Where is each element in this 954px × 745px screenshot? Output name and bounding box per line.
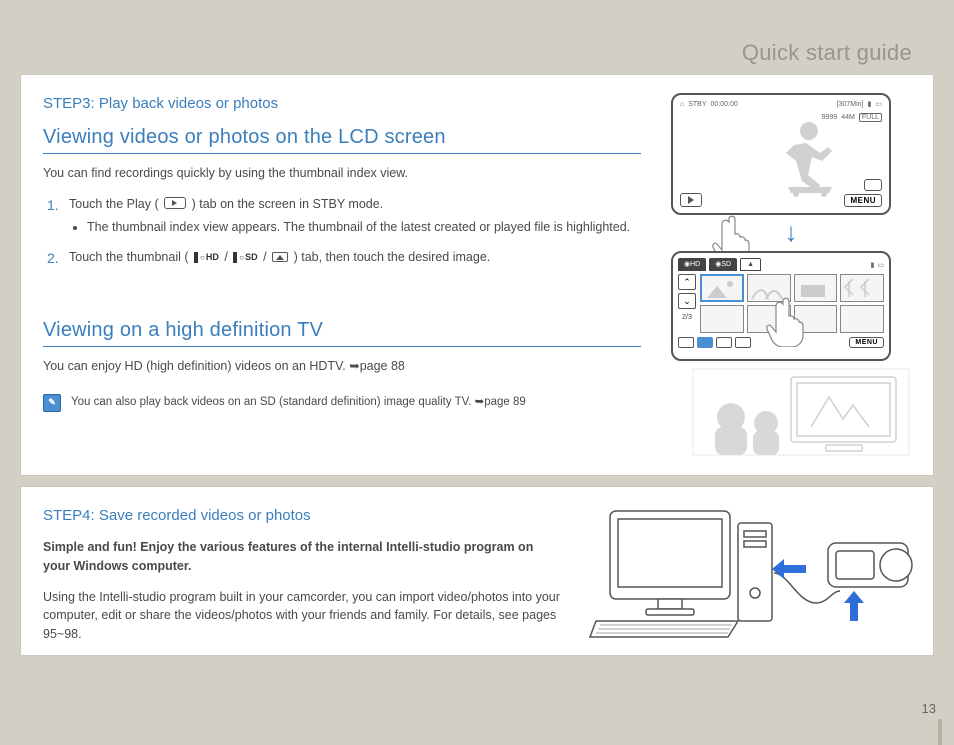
note-info-icon: ✎ [43, 394, 61, 412]
section-b-text-post: page 88 [360, 359, 405, 373]
step4-bold-text: Simple and fun! Enjoy the various featur… [43, 538, 563, 576]
note-text-post: page 89 [484, 396, 526, 408]
thumbnail-cell [794, 305, 838, 333]
photo-thumbnail-icon [272, 252, 288, 262]
sd-card-icon: ▮ [871, 261, 875, 269]
thumb-next-button-icon: ⌄ [678, 293, 696, 309]
thumbnail-index-illustration: ◉HD ◉SD ▲ ▮▭ ⌃ ⌄ 2/3 [671, 251, 891, 361]
note-text-pre: You can also play back videos on an SD (… [71, 396, 475, 408]
note-row: ✎ You can also play back videos on an SD… [43, 394, 641, 412]
tv-viewing-illustration [691, 367, 911, 457]
thumb-prev-button-icon: ⌃ [678, 274, 696, 290]
home-icon: ⌂ [680, 101, 684, 108]
thumb-tab-sd: ◉SD [709, 258, 737, 271]
instruction-1-post: ) tab on the screen in STBY mode. [192, 197, 384, 211]
thumbnail-cell [840, 274, 884, 302]
instruction-2-pre: Touch the thumbnail ( [69, 250, 189, 264]
illustration-column: ⌂ STBY 00:00:00 [307Min] ▮ ▭ 9999 44M FU… [671, 93, 911, 361]
thumbnail-cell [700, 274, 744, 302]
section-viewing-lcd-title: Viewing videos or photos on the LCD scre… [43, 126, 641, 154]
lcd-stby-label: STBY [688, 101, 706, 108]
battery-icon: ▭ [877, 261, 884, 269]
section-viewing-tv-title: Viewing on a high definition TV [43, 319, 641, 347]
page-ref-arrow-icon: ➥ [475, 396, 485, 408]
lcd-mode-icon [864, 179, 882, 191]
step3-card: STEP3: Play back videos or photos Viewin… [20, 74, 934, 476]
sd-card-icon: ▮ [868, 100, 872, 108]
view-mode-icon [678, 337, 694, 348]
thumbnail-cell [747, 305, 791, 333]
page-number: 13 [922, 701, 936, 716]
instruction-1-bullet: The thumbnail index view appears. The th… [87, 218, 641, 237]
instruction-2-sep1: / [224, 250, 227, 264]
battery-icon: ▭ [875, 100, 882, 108]
page-header-title: Quick start guide [20, 20, 934, 74]
section-b-text-pre: You can enjoy HD (high definition) video… [43, 359, 349, 373]
down-arrow-icon: ↓ [671, 219, 911, 245]
step3-label: STEP3: Play back videos or photos [43, 95, 641, 112]
sd-thumbnail-icon: SD [233, 252, 257, 263]
thumbnail-cell [700, 305, 744, 333]
lcd-remain-label: [307Min] [837, 101, 864, 108]
section-a-intro: You can find recordings quickly by using… [43, 164, 641, 183]
thumbnail-cell [747, 274, 791, 302]
thumb-menu-button: MENU [849, 337, 884, 348]
thumbnail-cell [840, 305, 884, 333]
hd-thumbnail-icon: HD [194, 252, 219, 263]
instruction-1: Touch the Play ( ) tab on the screen in … [47, 195, 641, 237]
instruction-2: Touch the thumbnail ( HD / SD / ) tab, t… [47, 248, 641, 267]
instruction-2-sep2: / [263, 250, 266, 264]
step4-label: STEP4: Save recorded videos or photos [43, 507, 563, 524]
thumbnail-cell [794, 274, 838, 302]
thumb-tab-photo: ▲ [740, 258, 761, 271]
step4-card: STEP4: Save recorded videos or photos Si… [20, 486, 934, 656]
step4-body-text: Using the Intelli-studio program built i… [43, 588, 563, 644]
thumb-tab-hd: ◉HD [678, 258, 706, 271]
view-mode-icon [716, 337, 732, 348]
step3-instruction-list: Touch the Play ( ) tab on the screen in … [43, 195, 641, 267]
lcd-menu-button: MENU [844, 194, 882, 207]
lcd-preview-illustration: ⌂ STBY 00:00:00 [307Min] ▮ ▭ 9999 44M FU… [671, 93, 891, 215]
instruction-2-post: ) tab, then touch the desired image. [294, 250, 491, 264]
thumb-page-counter: 2/3 [678, 314, 696, 321]
computer-connection-illustration [588, 503, 923, 643]
play-tab-icon [164, 197, 186, 209]
lcd-time-label: 00:00:00 [711, 101, 738, 108]
instruction-1-pre: Touch the Play ( [69, 197, 159, 211]
note-text: You can also play back videos on an SD (… [71, 394, 526, 411]
page-ref-arrow-icon: ➥ [349, 359, 359, 373]
view-mode-icon [697, 337, 713, 348]
view-mode-icon [735, 337, 751, 348]
lcd-full-label: FULL [859, 113, 882, 122]
lcd-play-button-icon [680, 193, 702, 207]
section-b-text: You can enjoy HD (high definition) video… [43, 357, 641, 376]
